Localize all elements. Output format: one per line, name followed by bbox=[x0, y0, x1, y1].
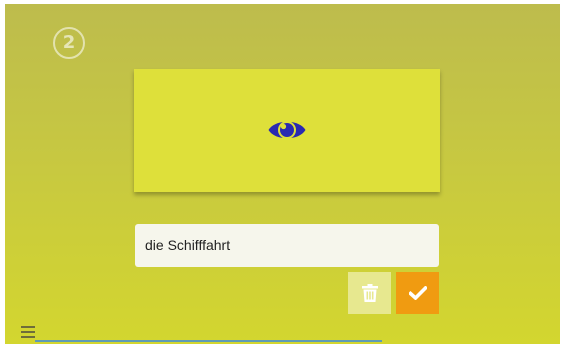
eye-icon bbox=[268, 121, 306, 139]
step-number-badge: 2 bbox=[53, 27, 85, 59]
trash-icon bbox=[361, 284, 378, 302]
hamburger-menu-icon[interactable] bbox=[21, 326, 35, 338]
delete-button[interactable] bbox=[348, 272, 391, 314]
checkmark-icon bbox=[408, 286, 427, 300]
progress-bar-fill bbox=[35, 340, 382, 342]
flashcard-stage: 2 bbox=[5, 4, 560, 344]
answer-input[interactable] bbox=[135, 224, 439, 267]
confirm-button[interactable] bbox=[396, 272, 439, 314]
flashcard[interactable] bbox=[134, 69, 440, 192]
progress-bar bbox=[35, 340, 560, 342]
